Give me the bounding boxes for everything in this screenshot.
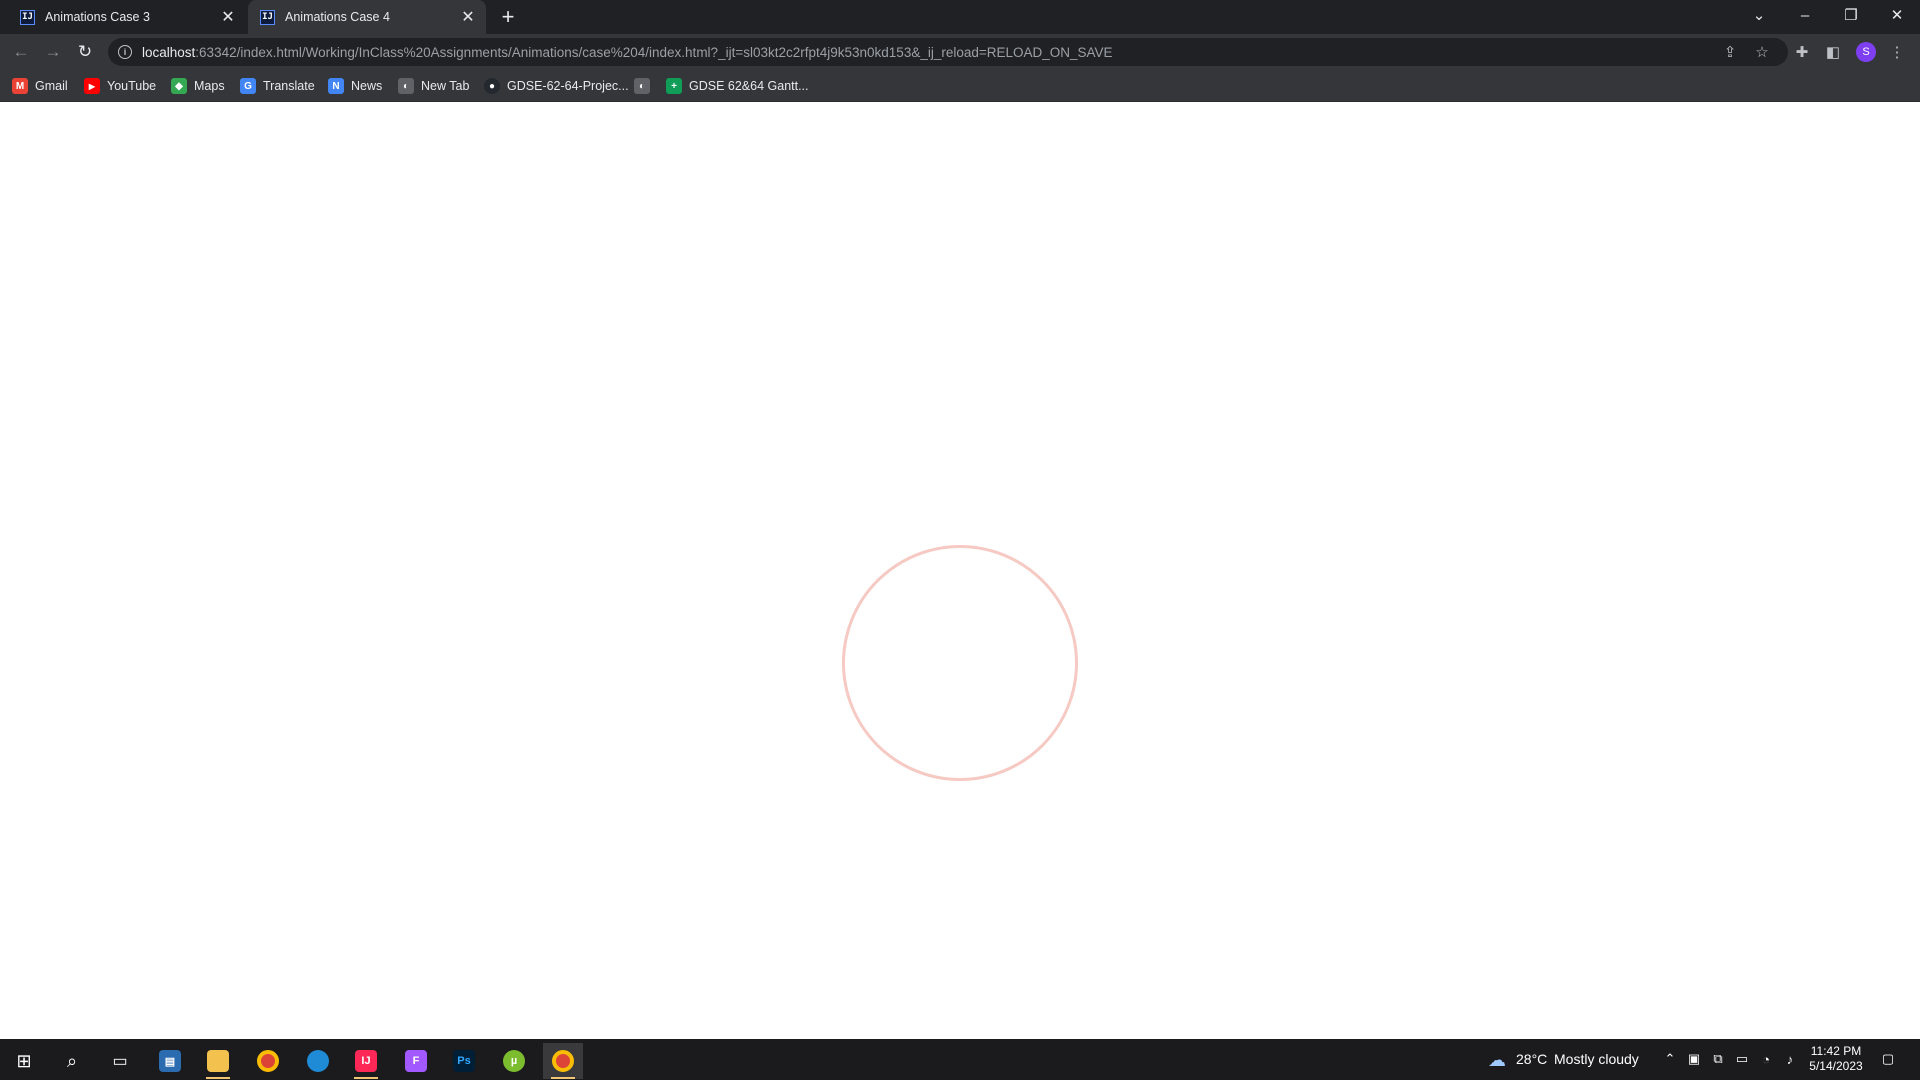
battery-icon[interactable]: ▭ (1734, 1051, 1750, 1067)
bookmark-star-icon[interactable]: ☆ (1752, 42, 1772, 62)
taskbar-chrome[interactable] (248, 1043, 288, 1079)
page-viewport (0, 102, 1920, 1039)
tab-animations-case-3[interactable]: IJ Animations Case 3 ✕ (8, 0, 246, 34)
bookmark-gmail[interactable]: M Gmail (12, 77, 68, 95)
taskbar-intellij[interactable]: IJ (346, 1043, 386, 1079)
bookmark-new-tab[interactable]: ◐ New Tab (398, 77, 469, 95)
news-icon: N (328, 78, 344, 94)
tab-title: Animations Case 3 (45, 10, 150, 24)
bookmarks-bar: M Gmail ▶ YouTube ◆ Maps G Translate N N… (0, 70, 1920, 102)
search-icon: ⌕ (66, 1050, 78, 1071)
start-button[interactable]: ⊞ (4, 1043, 44, 1079)
extensions-icon[interactable]: ✚ (1792, 42, 1812, 62)
new-tab-button[interactable]: + (496, 4, 520, 29)
site-info-icon[interactable]: i (118, 45, 132, 59)
youtube-icon: ▶ (84, 78, 100, 94)
intellij-icon: IJ (20, 9, 35, 25)
clock-date: 5/14/2023 (1809, 1059, 1863, 1073)
windows-logo-icon: ⊞ (16, 1050, 32, 1071)
bookmark-gdse-project[interactable]: ● GDSE-62-64-Projec... (484, 77, 629, 95)
system-clock[interactable]: 11:42 PM 5/14/2023 (1800, 1044, 1872, 1074)
sheets-icon: + (666, 78, 682, 94)
chevron-up-icon[interactable]: ⌃ (1662, 1051, 1678, 1067)
close-icon[interactable]: ✕ (458, 7, 478, 27)
utorrent-icon: µ (503, 1050, 525, 1072)
restore-button[interactable]: ❐ (1828, 0, 1874, 30)
wifi-icon[interactable]: ◔ (1758, 1051, 1774, 1067)
weather-cloudy-icon[interactable]: ☁ (1484, 1049, 1510, 1071)
taskbar-chrome-profile[interactable] (543, 1043, 583, 1079)
taskbar-edge[interactable] (298, 1043, 338, 1079)
gmail-icon: M (12, 78, 28, 94)
app-icon: ▤ (159, 1050, 181, 1072)
meet-now-icon[interactable]: ▣ (1686, 1051, 1702, 1067)
edge-icon (307, 1050, 329, 1072)
close-icon[interactable]: ✕ (218, 7, 238, 27)
profile-avatar[interactable]: S (1856, 42, 1876, 62)
browser-toolbar: ← → ↻ i localhost:63342/index.html/Worki… (0, 34, 1920, 70)
close-window-button[interactable]: ✕ (1874, 0, 1920, 30)
figma-icon: F (405, 1050, 427, 1072)
intellij-icon: IJ (260, 9, 275, 25)
taskbar-utorrent[interactable]: µ (494, 1043, 534, 1079)
bookmark-maps[interactable]: ◆ Maps (171, 77, 225, 95)
github-icon: ● (484, 78, 500, 94)
photoshop-icon: Ps (453, 1050, 475, 1072)
loading-circle (842, 545, 1078, 781)
folder-icon (207, 1050, 229, 1072)
weather-condition[interactable]: Mostly cloudy (1554, 1051, 1639, 1067)
chrome-icon (552, 1050, 574, 1072)
maps-icon: ◆ (171, 78, 187, 94)
task-view-icon: ▭ (112, 1053, 128, 1070)
tab-title: Animations Case 4 (285, 10, 390, 24)
tab-search-icon[interactable]: ⌄ (1736, 0, 1782, 30)
taskbar-figma[interactable]: F (396, 1043, 436, 1079)
url-text[interactable]: localhost:63342/index.html/Working/InCla… (142, 45, 1113, 60)
globe-icon: ◐ (634, 78, 650, 94)
intellij-icon: IJ (355, 1050, 377, 1072)
bookmark-translate[interactable]: G Translate (240, 77, 315, 95)
side-panel-icon[interactable]: ◧ (1823, 42, 1843, 62)
taskbar-photoshop[interactable]: Ps (444, 1043, 484, 1079)
translate-icon: G (240, 78, 256, 94)
forward-button[interactable]: → (41, 40, 65, 64)
bookmark-youtube[interactable]: ▶ YouTube (84, 77, 156, 95)
clock-time: 11:42 PM (1810, 1044, 1862, 1058)
network-adapter-icon[interactable]: ⧉ (1710, 1051, 1726, 1067)
bookmark-news[interactable]: N News (328, 77, 382, 95)
taskbar-file-explorer[interactable] (198, 1043, 238, 1079)
bookmark-globe[interactable]: ◐ (634, 77, 657, 95)
bookmark-gantt[interactable]: + GDSE 62&64 Gantt... (666, 77, 809, 95)
address-bar[interactable]: i localhost:63342/index.html/Working/InC… (108, 38, 1788, 66)
volume-icon[interactable]: ♪ (1782, 1051, 1798, 1067)
share-icon[interactable]: ⇪ (1720, 42, 1740, 62)
windows-taskbar: ⊞ ⌕ ▭ ▤ IJ F Ps µ ☁ 28°C Mostly cloudy ⌃… (0, 1039, 1920, 1080)
chrome-icon (257, 1050, 279, 1072)
weather-temperature[interactable]: 28°C (1516, 1051, 1547, 1067)
tab-animations-case-4[interactable]: IJ Animations Case 4 ✕ (248, 0, 486, 34)
back-button[interactable]: ← (9, 40, 33, 64)
browser-tab-strip: IJ Animations Case 3 ✕ IJ Animations Cas… (0, 0, 1920, 34)
globe-icon: ◐ (398, 78, 414, 94)
task-view-button[interactable]: ▭ (100, 1043, 140, 1079)
menu-kebab-icon[interactable]: ⋮ (1887, 42, 1907, 62)
taskbar-app-explorer-pin[interactable]: ▤ (150, 1043, 190, 1079)
search-button[interactable]: ⌕ (52, 1043, 92, 1079)
reload-button[interactable]: ↻ (73, 40, 97, 64)
minimize-button[interactable]: – (1782, 0, 1828, 30)
notifications-icon[interactable]: ▢ (1880, 1051, 1896, 1067)
